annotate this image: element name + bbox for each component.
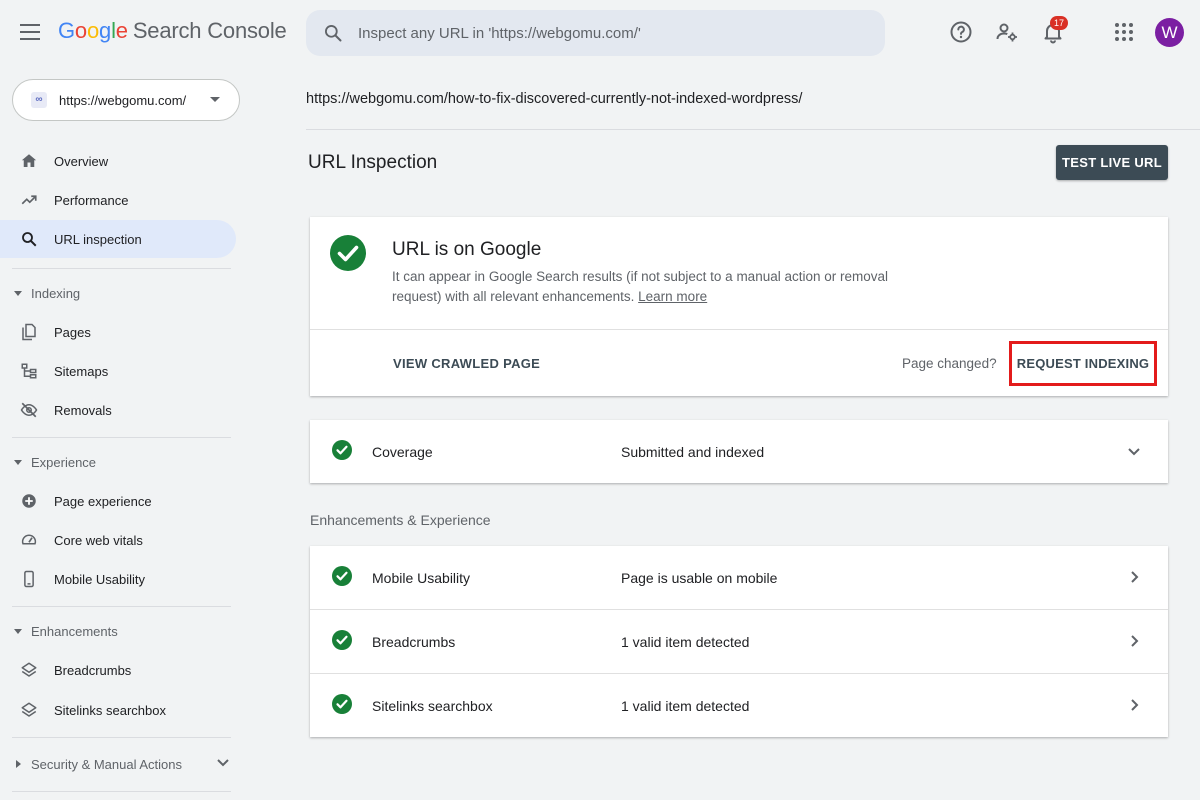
enhancement-row-mobile-usability[interactable]: Mobile Usability Page is usable on mobil… <box>310 546 1168 610</box>
status-description: It can appear in Google Search results (… <box>392 269 889 304</box>
section-experience-toggle[interactable]: Experience <box>0 447 236 477</box>
coverage-value: Submitted and indexed <box>621 444 765 460</box>
sidebar-item-pages[interactable]: Pages <box>0 313 236 351</box>
sitemap-icon <box>21 363 37 379</box>
page-changed-label: Page changed? <box>902 356 997 371</box>
section-indexing-toggle[interactable]: Indexing <box>0 278 236 308</box>
visibility-off-icon <box>20 402 38 418</box>
sidebar-item-overview[interactable]: Overview <box>0 142 236 180</box>
sidebar-item-performance[interactable]: Performance <box>0 181 236 219</box>
coverage-label: Coverage <box>372 444 433 460</box>
test-live-url-button[interactable]: TEST LIVE URL <box>1056 145 1168 180</box>
section-security-toggle[interactable]: Security & Manual Actions <box>0 749 236 779</box>
expand-triangle-icon <box>16 760 21 768</box>
coverage-card: Coverage Submitted and indexed <box>310 420 1168 483</box>
chevron-right-icon <box>1131 635 1139 647</box>
card-divider <box>310 329 1168 330</box>
product-name: Search Console <box>132 18 287 43</box>
sidebar-divider <box>12 737 231 738</box>
property-favicon-icon: ∞ <box>31 92 47 108</box>
menu-icon[interactable] <box>20 24 40 40</box>
enhancement-row-sitelinks-searchbox[interactable]: Sitelinks searchbox 1 valid item detecte… <box>310 674 1168 738</box>
smartphone-icon <box>24 570 34 588</box>
inspected-url: https://webgomu.com/how-to-fix-discovere… <box>306 91 803 107</box>
enhancement-row-breadcrumbs[interactable]: Breadcrumbs 1 valid item detected <box>310 610 1168 674</box>
main-content: https://webgomu.com/how-to-fix-discovere… <box>306 66 1200 800</box>
search-icon <box>325 25 342 42</box>
collapse-triangle-icon <box>14 628 22 634</box>
apps-grid-icon[interactable] <box>1112 20 1136 44</box>
search-icon <box>22 232 37 247</box>
check-circle-icon <box>330 235 366 271</box>
request-indexing-button[interactable]: REQUEST INDEXING <box>1009 341 1157 386</box>
sidebar-item-url-inspection[interactable]: URL inspection <box>0 220 236 258</box>
section-enhancements-toggle[interactable]: Enhancements <box>0 616 236 646</box>
header-divider <box>306 129 1200 130</box>
sidebar-item-sitelinks-searchbox[interactable]: Sitelinks searchbox <box>0 691 236 729</box>
sidebar-divider <box>12 437 231 438</box>
speed-gauge-icon <box>21 534 37 545</box>
chevron-down-icon[interactable] <box>1127 444 1141 458</box>
check-circle-icon <box>332 630 352 650</box>
url-inspect-search-input[interactable]: Inspect any URL in 'https://webgomu.com/… <box>306 10 885 56</box>
sidebar-item-breadcrumbs[interactable]: Breadcrumbs <box>0 651 236 689</box>
learn-more-link[interactable]: Learn more <box>638 289 707 304</box>
sidebar-divider <box>12 268 231 269</box>
enhancements-card: Mobile Usability Page is usable on mobil… <box>310 546 1168 737</box>
add-circle-icon <box>22 494 36 508</box>
google-search-console-logo[interactable]: Google Search Console <box>58 18 287 44</box>
chevron-down-icon <box>217 759 229 767</box>
url-status-card: URL is on Google It can appear in Google… <box>310 217 1168 396</box>
sidebar-item-page-experience[interactable]: Page experience <box>0 482 236 520</box>
collapse-triangle-icon <box>14 459 22 465</box>
account-avatar[interactable]: W <box>1155 18 1184 47</box>
home-icon <box>21 154 37 167</box>
check-circle-icon <box>332 566 352 586</box>
manage-users-icon[interactable] <box>995 20 1019 44</box>
dropdown-caret-icon <box>210 97 220 102</box>
chevron-right-icon <box>1131 571 1139 583</box>
view-crawled-page-button[interactable]: VIEW CRAWLED PAGE <box>393 356 540 371</box>
trending-up-icon <box>21 195 37 205</box>
top-bar: Google Search Console Inspect any URL in … <box>0 0 1200 66</box>
enhancements-heading: Enhancements & Experience <box>310 512 491 528</box>
sidebar-item-removals[interactable]: Removals <box>0 391 236 429</box>
help-icon[interactable] <box>949 20 973 44</box>
sidebar-divider <box>12 606 231 607</box>
collapse-triangle-icon <box>14 290 22 296</box>
sidebar-item-sitemaps[interactable]: Sitemaps <box>0 352 236 390</box>
property-selector[interactable]: ∞ https://webgomu.com/ <box>12 79 240 121</box>
coverage-row[interactable]: Coverage Submitted and indexed <box>310 420 1168 484</box>
sidebar: ∞ https://webgomu.com/ Overview Performa… <box>0 66 246 800</box>
search-placeholder: Inspect any URL in 'https://webgomu.com/… <box>358 24 641 42</box>
property-url: https://webgomu.com/ <box>59 92 187 108</box>
page-title: URL Inspection <box>308 152 438 173</box>
sidebar-item-core-web-vitals[interactable]: Core web vitals <box>0 521 236 559</box>
layers-icon <box>21 702 37 717</box>
pages-icon <box>22 323 36 341</box>
check-circle-icon <box>332 694 352 714</box>
notification-count-badge: 17 <box>1050 16 1068 30</box>
sidebar-item-mobile-usability[interactable]: Mobile Usability <box>0 560 236 598</box>
chevron-right-icon <box>1131 699 1139 711</box>
status-title: URL is on Google <box>392 239 542 260</box>
check-circle-icon <box>332 440 352 460</box>
sidebar-divider <box>12 791 231 792</box>
layers-icon <box>21 662 37 677</box>
